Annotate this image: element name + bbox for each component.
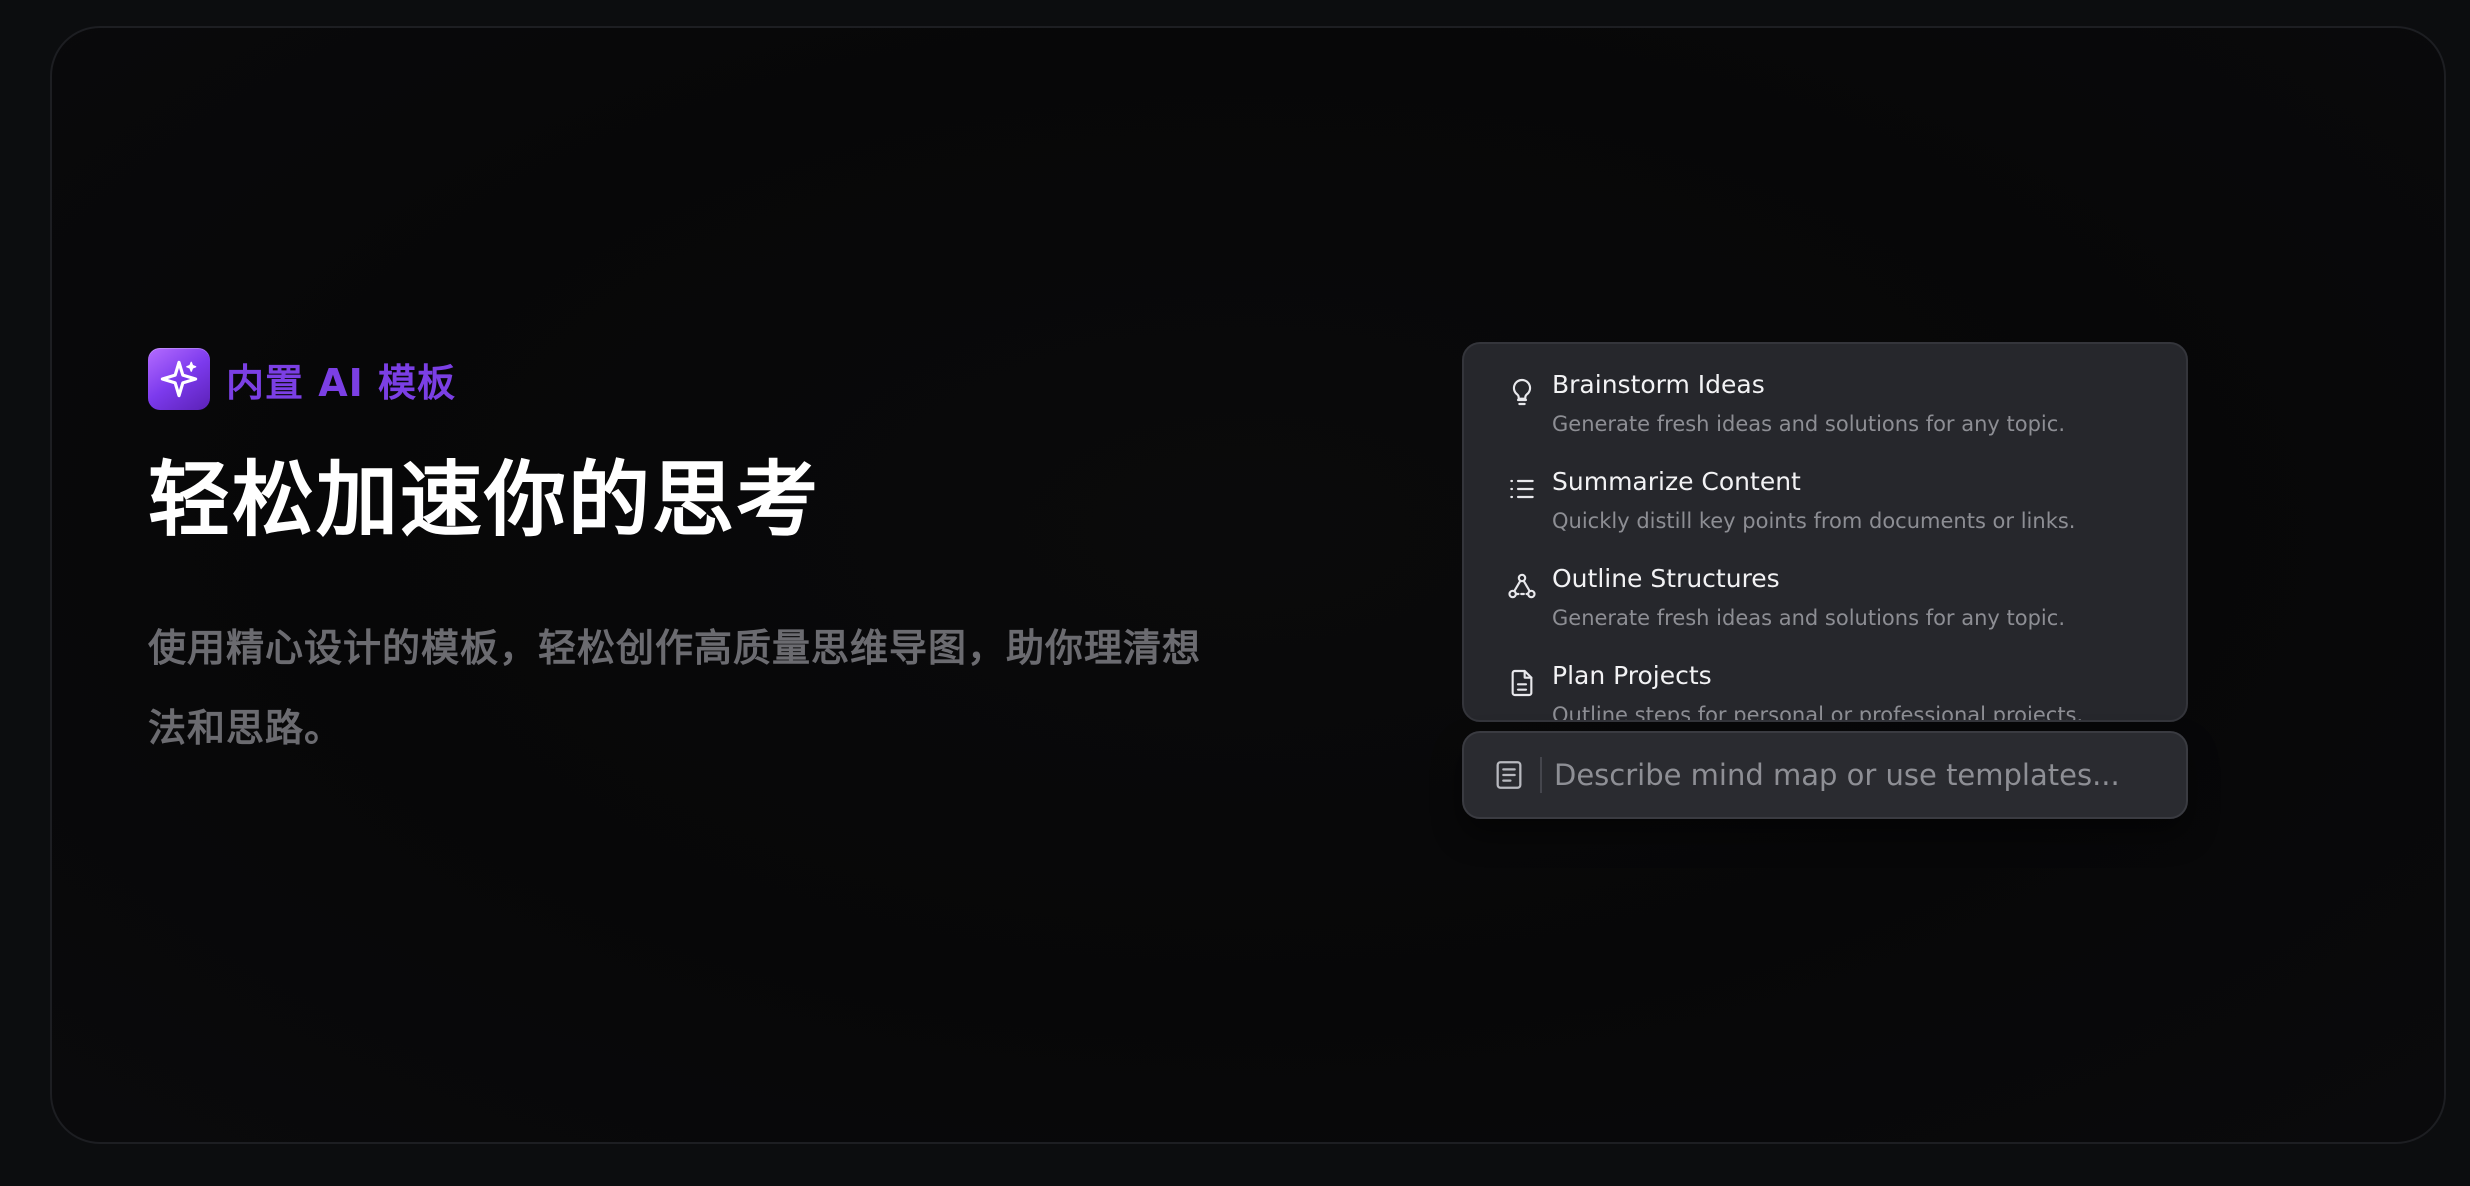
hero-description: 使用精心设计的模板，轻松创作高质量思维导图，助你理清想法和思路。 <box>148 626 1202 751</box>
template-description: Outline steps for personal or profession… <box>1552 703 2084 722</box>
hero-section: 内置 AI 模板 轻松加速你的思考 使用精心设计的模板，轻松创作高质量思维导图，… <box>148 348 1248 768</box>
template-item-plan[interactable]: Plan Projects Outline steps for personal… <box>1464 635 2186 722</box>
mind-map-prompt-input[interactable] <box>1554 745 2186 805</box>
template-item-outline[interactable]: Outline Structures Generate fresh ideas … <box>1464 538 2186 635</box>
template-description: Generate fresh ideas and solutions for a… <box>1552 606 2065 630</box>
list-icon <box>1510 479 1534 499</box>
template-title: Plan Projects <box>1552 661 1712 690</box>
template-description: Generate fresh ideas and solutions for a… <box>1552 412 2065 436</box>
page-title: 轻松加速你的思考 <box>148 453 821 548</box>
outline-structure-icon <box>1508 573 1536 599</box>
divider <box>1540 757 1542 793</box>
template-list: Brainstorm Ideas Generate fresh ideas an… <box>1462 342 2188 722</box>
template-title: Summarize Content <box>1552 467 1801 496</box>
template-title: Outline Structures <box>1552 564 1780 593</box>
badge-label: 内置 AI 模板 <box>226 360 457 405</box>
template-description: Quickly distill key points from document… <box>1552 509 2076 533</box>
document-icon <box>1511 669 1533 697</box>
sparkle-icon <box>148 348 210 410</box>
template-title: Brainstorm Ideas <box>1552 370 1765 399</box>
template-item-summarize[interactable]: Summarize Content Quickly distill key po… <box>1464 441 2186 538</box>
ai-template-badge: 内置 AI 模板 <box>148 348 1248 410</box>
template-item-brainstorm[interactable]: Brainstorm Ideas Generate fresh ideas an… <box>1464 344 2186 441</box>
prompt-bar <box>1462 731 2188 819</box>
lightbulb-icon <box>1512 378 1532 406</box>
template-book-icon[interactable] <box>1492 758 1526 792</box>
